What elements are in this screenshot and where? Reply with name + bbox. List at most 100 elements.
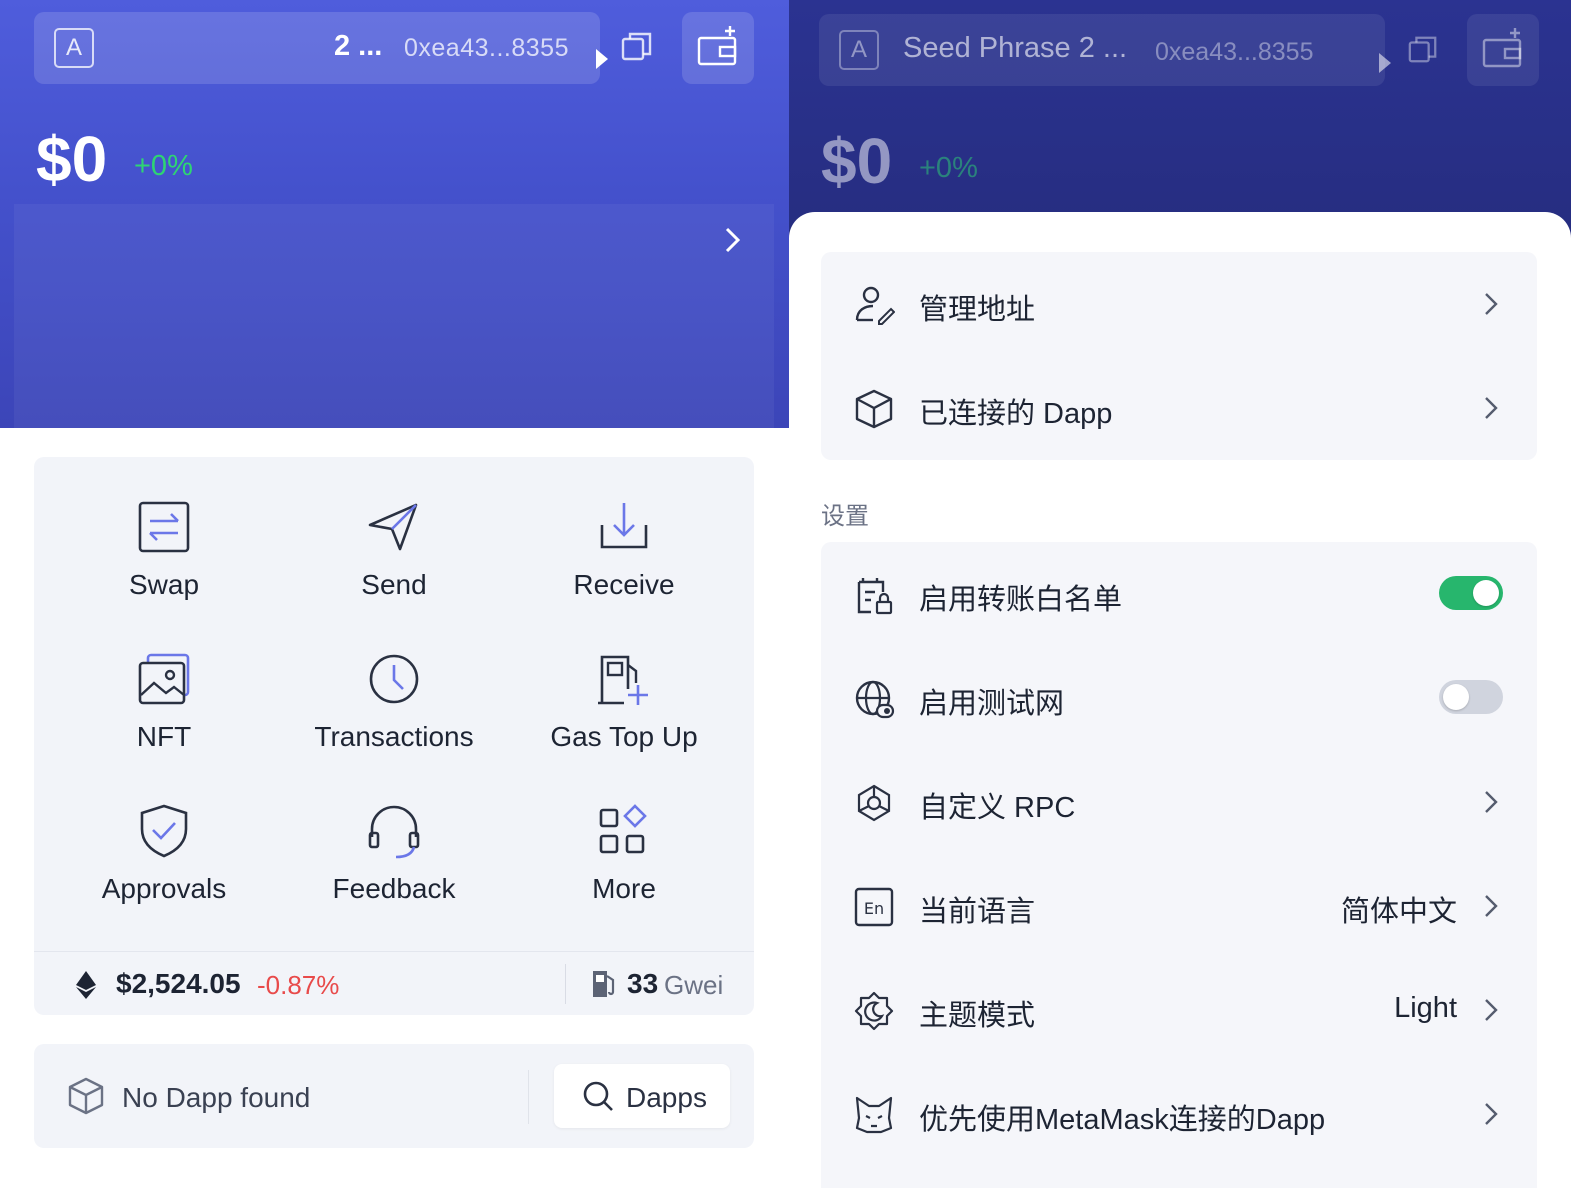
chevron-right-icon: [1485, 293, 1498, 315]
whitelist-toggle[interactable]: [1439, 576, 1503, 610]
dapps-button-label: Dapps: [626, 1082, 707, 1113]
dapps-button[interactable]: Dapps: [554, 1064, 730, 1128]
receive-action[interactable]: Receive: [509, 457, 739, 607]
metamask-icon: [855, 1096, 893, 1134]
manage-address-item[interactable]: 管理地址: [821, 252, 1537, 356]
approvals-label: Approvals: [101, 873, 227, 904]
wallet-home-panel: A 2 ... 0xea43...8355 $0 +0% Swap Send R…: [0, 0, 789, 1188]
divider: [565, 964, 566, 1004]
nft-label: NFT: [136, 721, 192, 752]
gas-price-value: 33: [627, 968, 659, 999]
send-action[interactable]: Send: [279, 457, 509, 607]
theme-label: 主题模式: [919, 1000, 1036, 1032]
testnet-label: 启用测试网: [919, 688, 1065, 720]
search-icon: [583, 1081, 613, 1111]
market-info-row: $2,524.05 -0.87% 33 Gwei: [34, 951, 754, 1015]
testnet-toggle[interactable]: [1439, 680, 1503, 714]
custom-rpc-item[interactable]: 自定义 RPC: [821, 750, 1537, 854]
gas-top-up-action[interactable]: Gas Top Up: [509, 609, 739, 759]
cube-icon: [855, 389, 893, 429]
balance-change: +0%: [919, 152, 978, 184]
cube-icon: [68, 1077, 104, 1115]
add-wallet-button: [1467, 14, 1539, 86]
total-balance: $0: [36, 123, 108, 195]
eth-price-change: -0.87%: [257, 970, 340, 1000]
feedback-action[interactable]: Feedback: [279, 761, 509, 911]
custom-rpc-label: 自定义 RPC: [919, 792, 1076, 824]
metamask-dapp-label: 优先使用MetaMask连接的Dapp: [919, 1104, 1326, 1136]
theme-item[interactable]: 主题模式 Light: [821, 958, 1537, 1062]
transactions-label: Transactions: [314, 721, 474, 752]
swap-action[interactable]: Swap: [49, 457, 279, 607]
eth-price: $2,524.05: [116, 968, 241, 999]
whitelist-setting: 启用转账白名单: [821, 542, 1537, 646]
receive-label: Receive: [573, 569, 675, 600]
svg-text:En: En: [864, 899, 884, 918]
language-item[interactable]: En 当前语言 简体中文: [821, 854, 1537, 958]
wallet-plus-icon: [1482, 28, 1522, 68]
account-switcher[interactable]: A 2 ... 0xea43...8355: [34, 12, 608, 84]
rpc-icon: [857, 784, 891, 822]
feedback-label: Feedback: [332, 873, 456, 904]
metamask-dapp-item[interactable]: 优先使用MetaMask连接的Dapp: [821, 1062, 1537, 1166]
globe-icon: [855, 680, 895, 719]
more-action[interactable]: More: [509, 761, 739, 911]
gas-pump-icon: [598, 655, 648, 705]
more-label: More: [592, 873, 656, 904]
theme-icon: [854, 991, 894, 1031]
balance-change: +0%: [134, 150, 193, 182]
copy-icon: [1408, 36, 1437, 63]
whitelist-icon: [857, 578, 893, 615]
gas-station-icon: [593, 971, 615, 997]
receive-icon: [600, 503, 648, 549]
quick-actions-card: Swap Send Receive NFT Transactions Gas T…: [34, 457, 754, 1015]
balance-header: A 2 ... 0xea43...8355 $0 +0%: [0, 0, 789, 428]
user-edit-icon: [855, 286, 895, 325]
transactions-action[interactable]: Transactions: [279, 609, 509, 759]
gas-price-unit: Gwei: [664, 970, 724, 1000]
connected-dapp-item[interactable]: 已连接的 Dapp: [821, 356, 1537, 460]
chevron-right-icon: [1485, 999, 1498, 1021]
account-switcher: A Seed Phrase 2 ... 0xea43...8355: [819, 14, 1391, 86]
grid-icon: [599, 804, 647, 854]
chevron-right-icon: [1485, 895, 1498, 917]
settings-section-title: 设置: [821, 503, 869, 530]
dimmed-balance-header: A Seed Phrase 2 ... 0xea43...8355 $0 +0%: [789, 0, 1571, 240]
nft-icon: [138, 653, 190, 705]
clock-icon: [369, 654, 419, 704]
account-address: 0xea43...8355: [404, 34, 569, 62]
language-icon: En: [854, 887, 894, 927]
gas-top-up-label: Gas Top Up: [550, 721, 698, 752]
ethereum-icon: [76, 971, 96, 999]
balance-chart-area[interactable]: [14, 204, 774, 428]
approvals-action[interactable]: Approvals: [49, 761, 279, 911]
connected-dapp-label: 已连接的 Dapp: [919, 398, 1113, 430]
language-label: 当前语言: [919, 896, 1036, 928]
address-group: 管理地址 已连接的 Dapp: [821, 252, 1537, 460]
account-name: Seed Phrase 2 ...: [903, 32, 1128, 64]
divider: [528, 1070, 529, 1124]
total-balance: $0: [821, 125, 893, 197]
headset-icon: [368, 805, 420, 859]
no-dapp-text: No Dapp found: [122, 1082, 311, 1113]
add-wallet-button[interactable]: [682, 12, 754, 84]
settings-panel: A Seed Phrase 2 ... 0xea43...8355 $0 +0%: [789, 0, 1571, 1188]
shield-check-icon: [140, 804, 188, 858]
chevron-right-icon: [1485, 1103, 1498, 1125]
nft-action[interactable]: NFT: [49, 609, 279, 759]
settings-group: 启用转账白名单 启用测试网 自定义 RPC En 当前语言 简体中文 主题模式 …: [821, 542, 1537, 1188]
send-label: Send: [361, 569, 427, 600]
swap-label: Swap: [128, 569, 200, 600]
chevron-right-icon[interactable]: [720, 226, 744, 254]
swap-icon: [138, 501, 190, 553]
account-avatar-icon: A: [839, 30, 879, 70]
account-address: 0xea43...8355: [1155, 38, 1314, 66]
send-icon: [368, 503, 418, 551]
whitelist-label: 启用转账白名单: [919, 584, 1123, 616]
theme-value: Light: [1394, 992, 1457, 1024]
settings-sheet: 管理地址 已连接的 Dapp 设置 启用转账白名单 启用测试网 自定义 RPC …: [789, 212, 1571, 1188]
caret-right-icon: [1379, 53, 1391, 73]
manage-address-label: 管理地址: [919, 294, 1036, 326]
copy-icon[interactable]: [620, 30, 654, 64]
chevron-right-icon: [1485, 791, 1498, 813]
